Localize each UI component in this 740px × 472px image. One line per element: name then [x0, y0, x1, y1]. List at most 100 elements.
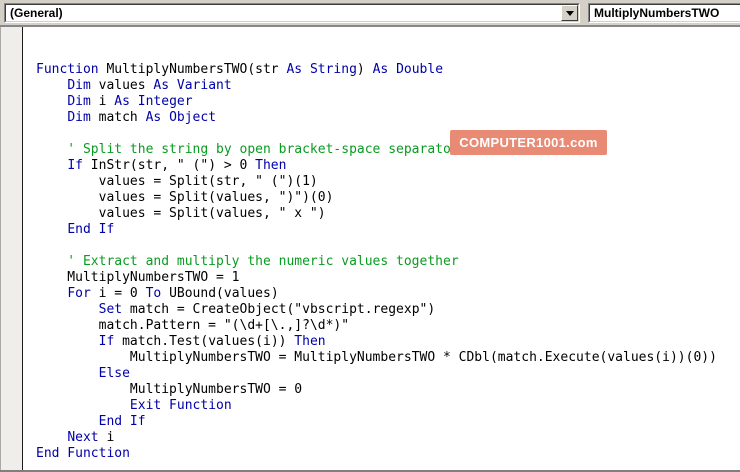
code-token: values = Split(str, " (")(1) [36, 174, 318, 189]
code-token: Set [98, 302, 123, 317]
object-dropdown-value: (General) [10, 6, 63, 20]
code-token: End If [67, 222, 115, 237]
watermark-badge: COMPUTER1001.com [450, 130, 607, 155]
vba-editor-code-window: (General) MultiplyNumbersTWO Function Mu… [0, 0, 740, 472]
code-token: Next [67, 430, 99, 445]
code-token: Double [396, 62, 444, 77]
code-token: Function [36, 62, 99, 77]
code-token: match = CreateObject("vbscript.regexp") [122, 302, 436, 317]
code-token: Dim [67, 110, 91, 125]
code-token: As [286, 62, 303, 77]
code-token: As [372, 62, 389, 77]
code-line: Function MultiplyNumbersTWO(str As Strin… [36, 62, 740, 78]
code-token: Variant [176, 78, 232, 93]
code-line: Else [36, 366, 740, 382]
code-line: Dim i As Integer [36, 94, 740, 110]
code-line: match.Pattern = "(\d+[\.,]?\d*)" [36, 318, 740, 334]
procedure-dropdown[interactable]: MultiplyNumbersTWO [588, 3, 740, 23]
code-line: Dim match As Object [36, 110, 740, 126]
code-token: match [90, 110, 146, 125]
code-token: i [98, 430, 115, 445]
code-token: match.Pattern = "(\d+[\.,]?\d*)" [36, 318, 350, 333]
code-token: values = Split(values, " x ") [36, 206, 326, 221]
code-token: Dim [67, 78, 91, 93]
code-line: If InStr(str, " (") > 0 Then [36, 158, 740, 174]
code-line: values = Split(str, " (")(1) [36, 174, 740, 190]
code-token: If [98, 334, 115, 349]
code-token: Then [255, 158, 287, 173]
code-text[interactable]: Function MultiplyNumbersTWO(str As Strin… [23, 27, 740, 470]
code-token: MultiplyNumbersTWO(str [98, 62, 287, 77]
chevron-down-icon [565, 10, 574, 16]
code-token: MultiplyNumbersTWO = MultiplyNumbersTWO … [36, 350, 717, 365]
code-line: values = Split(values, ")")(0) [36, 190, 740, 206]
code-line: If match.Test(values(i)) Then [36, 334, 740, 350]
procedure-dropdown-value: MultiplyNumbersTWO [594, 6, 720, 20]
code-token: As [145, 110, 162, 125]
code-line: MultiplyNumbersTWO = MultiplyNumbersTWO … [36, 350, 740, 366]
code-token: End If [98, 414, 146, 429]
code-line: MultiplyNumbersTWO = 1 [36, 270, 740, 286]
object-dropdown[interactable]: (General) [4, 3, 580, 23]
code-token: As [114, 94, 130, 109]
code-line: End If [36, 222, 740, 238]
code-line: values = Split(values, " x ") [36, 206, 740, 222]
code-token: Integer [137, 94, 193, 109]
code-token: End Function [36, 446, 130, 461]
code-token: As [153, 78, 170, 93]
code-token: i = 0 [90, 286, 146, 301]
code-line: End If [36, 414, 740, 430]
code-token: MultiplyNumbersTWO = 1 [36, 270, 240, 285]
code-line: ' Extract and multiply the numeric value… [36, 254, 740, 270]
margin-indicator-bar [0, 27, 23, 470]
code-line: Exit Function [36, 398, 740, 414]
code-token: values [90, 78, 154, 93]
dropdown-arrow-button[interactable] [561, 5, 578, 21]
code-token: values = Split(values, ")")(0) [36, 190, 334, 205]
code-token: MultiplyNumbersTWO = 0 [36, 382, 303, 397]
code-token: ) [356, 62, 373, 77]
code-line: Next i [36, 430, 740, 446]
code-editor[interactable]: Function MultiplyNumbersTWO(str As Strin… [0, 27, 740, 470]
code-line: For i = 0 To UBound(values) [36, 286, 740, 302]
code-token: Dim [67, 94, 91, 109]
code-token: i [90, 94, 115, 109]
code-line: Dim values As Variant [36, 78, 740, 94]
code-line: End Function [36, 446, 740, 462]
code-token: Then [294, 334, 326, 349]
code-token: ' Extract and multiply the numeric value… [36, 254, 459, 269]
code-window-toolbar: (General) MultiplyNumbersTWO [0, 0, 740, 27]
code-token: Object [169, 110, 217, 125]
code-token: To [145, 286, 162, 301]
code-token: UBound(values) [161, 286, 279, 301]
code-token: match.Test(values(i)) [114, 334, 295, 349]
code-token: Else [98, 366, 130, 381]
code-token: If [67, 158, 83, 173]
code-line: MultiplyNumbersTWO = 0 [36, 382, 740, 398]
procedure-dropdown-field[interactable]: MultiplyNumbersTWO [589, 4, 740, 22]
code-token: For [67, 286, 91, 301]
code-line: Set match = CreateObject("vbscript.regex… [36, 302, 740, 318]
object-dropdown-field[interactable]: (General) [5, 4, 579, 22]
code-token: String [309, 62, 357, 77]
code-token: InStr(str, " (") > 0 [82, 158, 256, 173]
